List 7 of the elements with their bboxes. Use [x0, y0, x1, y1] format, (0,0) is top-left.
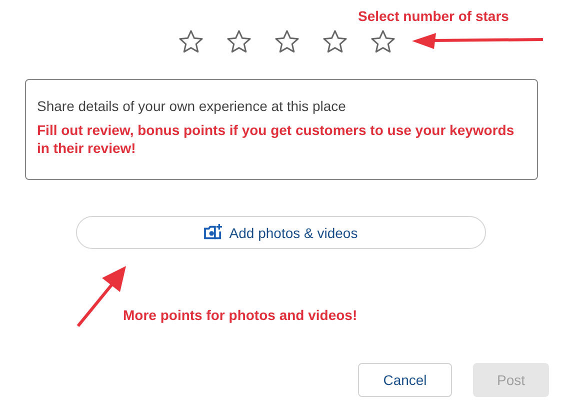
add-photos-button[interactable]: Add photos & videos [76, 216, 486, 249]
add-photo-icon [204, 224, 224, 241]
annotation-text: Fill out review, bonus points if you get customers to use your keywords in their review! [37, 121, 516, 157]
arrow-icon [412, 33, 544, 49]
annotation-text: Select number of stars [358, 7, 509, 25]
cancel-button[interactable]: Cancel [358, 363, 452, 397]
annotation-text: More points for photos and videos! [123, 306, 358, 324]
